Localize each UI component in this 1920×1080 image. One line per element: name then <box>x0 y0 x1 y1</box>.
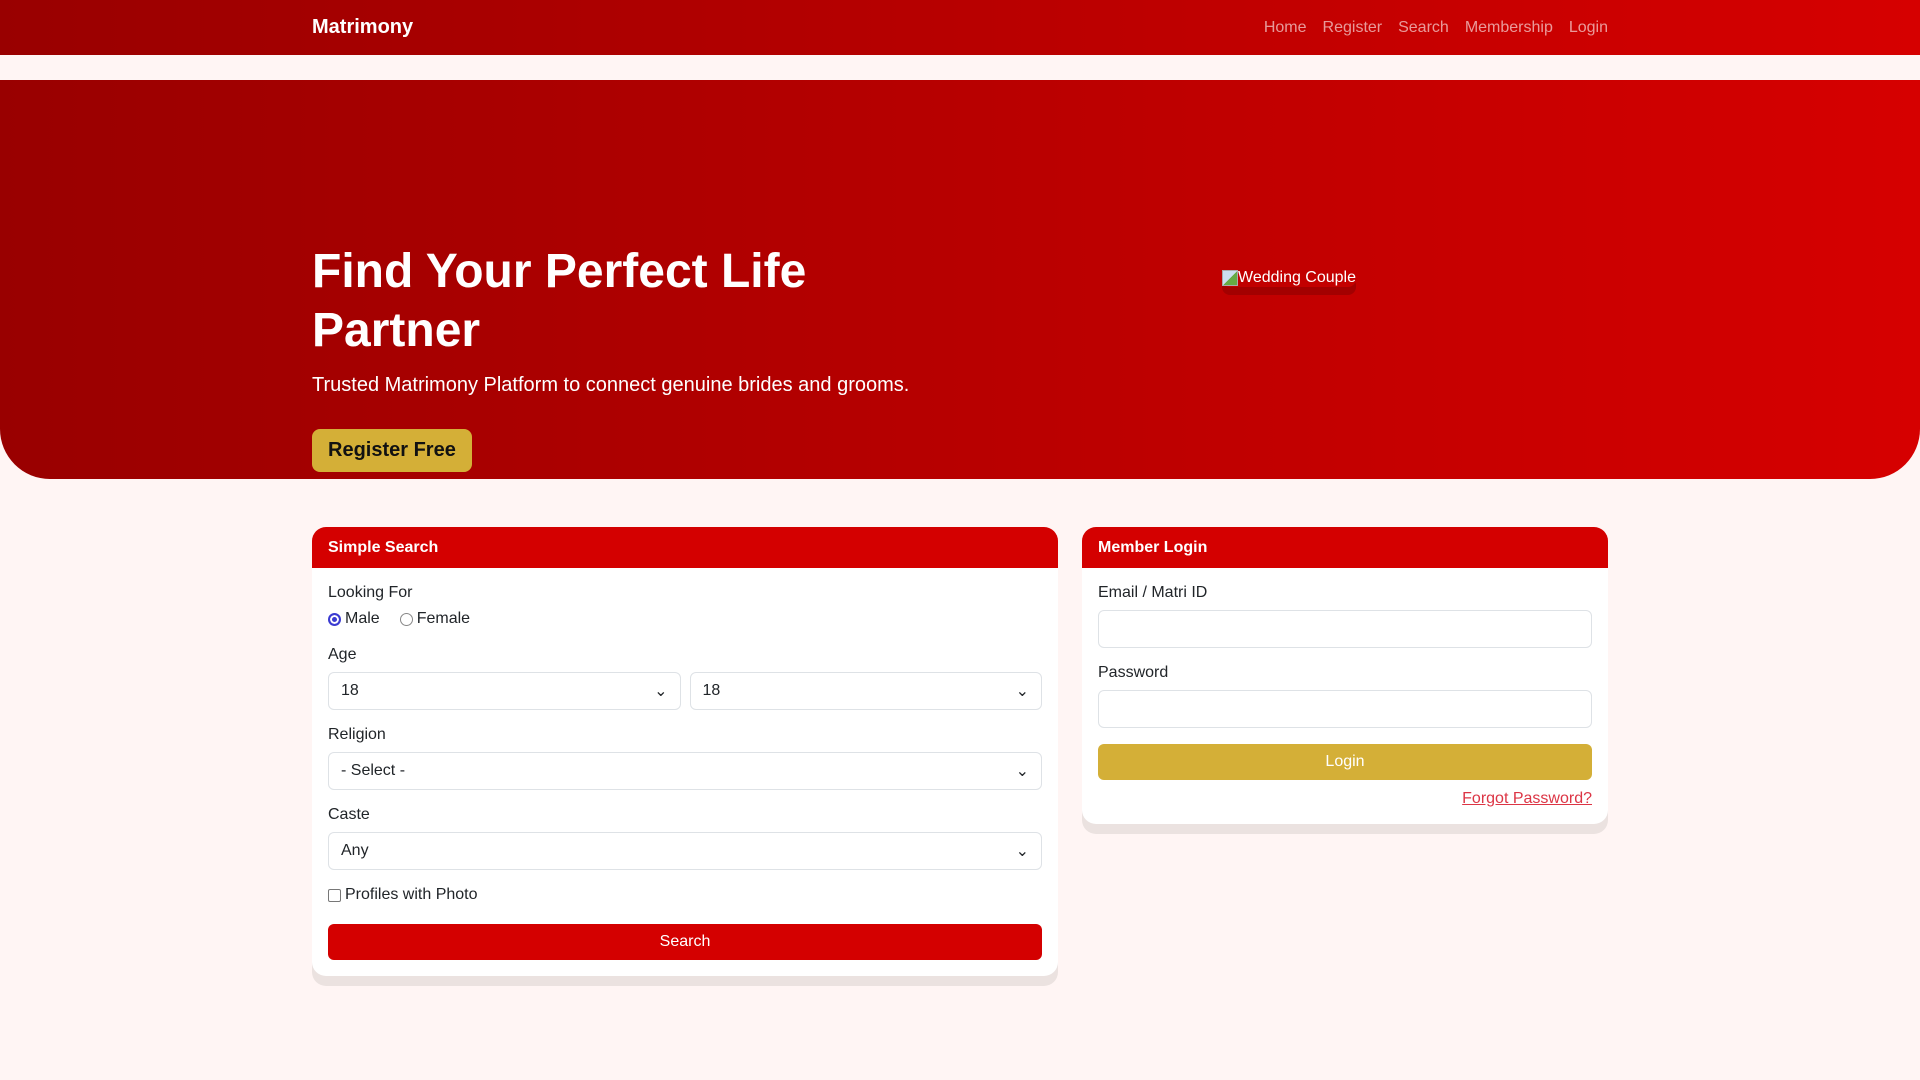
member-login-card: Member Login Email / Matri ID Password L… <box>1082 527 1608 824</box>
brand-logo[interactable]: Matrimony <box>312 16 413 39</box>
search-button[interactable]: Search <box>328 924 1042 960</box>
register-free-button[interactable]: Register Free <box>312 429 472 472</box>
religion-label: Religion <box>328 726 386 743</box>
nav-login[interactable]: Login <box>1569 19 1608 37</box>
simple-search-card: Simple Search Looking For Male Female Ag… <box>312 527 1058 976</box>
nav-search[interactable]: Search <box>1398 19 1449 37</box>
caste-select[interactable]: Any ⌄ <box>328 832 1042 870</box>
radio-male[interactable]: Male <box>328 610 380 628</box>
select-value: - Select - <box>341 762 406 779</box>
looking-for-label: Looking For <box>328 584 413 601</box>
photo-checkbox[interactable]: Profiles with Photo <box>328 886 1042 904</box>
hero-title: Find Your Perfect Life Partner <box>312 245 807 357</box>
nav-links: Home Register Search Membership Login <box>1264 19 1608 37</box>
chevron-down-icon: ⌄ <box>1015 683 1029 700</box>
wedding-couple-image: Wedding Couple <box>1222 269 1356 287</box>
email-label: Email / Matri ID <box>1098 584 1208 601</box>
login-button[interactable]: Login <box>1098 744 1592 780</box>
radio-unchecked <box>399 612 413 626</box>
chevron-down-icon: ⌄ <box>1015 763 1029 780</box>
radio-label: Male <box>345 610 380 627</box>
card-header: Simple Search <box>312 527 1058 568</box>
age-from-select[interactable]: 18 ⌄ <box>328 672 681 710</box>
nav-home[interactable]: Home <box>1264 19 1307 37</box>
age-label: Age <box>328 646 357 663</box>
select-value: Any <box>341 842 369 859</box>
password-label: Password <box>1098 664 1169 681</box>
hero-subtitle: Trusted Matrimony Platform to connect ge… <box>312 374 910 396</box>
select-value: 18 <box>702 682 721 699</box>
checkbox[interactable] <box>328 888 341 902</box>
navbar: Matrimony Home Register Search Membershi… <box>0 0 1920 55</box>
checkbox-label: Profiles with Photo <box>345 886 478 903</box>
chevron-down-icon: ⌄ <box>1015 843 1029 860</box>
chevron-down-icon: ⌄ <box>654 683 668 700</box>
image-alt-text: Wedding Couple <box>1238 269 1357 286</box>
broken-image-icon <box>1222 270 1238 286</box>
card-header: Member Login <box>1082 527 1608 568</box>
select-value: 18 <box>341 682 359 699</box>
hero-section: Find Your Perfect Life Partner Trusted M… <box>0 80 1920 479</box>
password-input[interactable] <box>1098 690 1592 728</box>
radio-checked <box>328 612 341 626</box>
caste-label: Caste <box>328 806 370 823</box>
radio-label: Female <box>416 610 471 627</box>
radio-female[interactable]: Female <box>399 610 471 628</box>
religion-select[interactable]: - Select - ⌄ <box>328 752 1042 790</box>
nav-membership[interactable]: Membership <box>1465 19 1553 37</box>
age-to-select[interactable]: 18 ⌄ <box>689 672 1042 710</box>
nav-register[interactable]: Register <box>1323 19 1383 37</box>
forgot-password-link[interactable]: Forgot Password? <box>1098 790 1592 808</box>
email-input[interactable] <box>1098 610 1592 648</box>
